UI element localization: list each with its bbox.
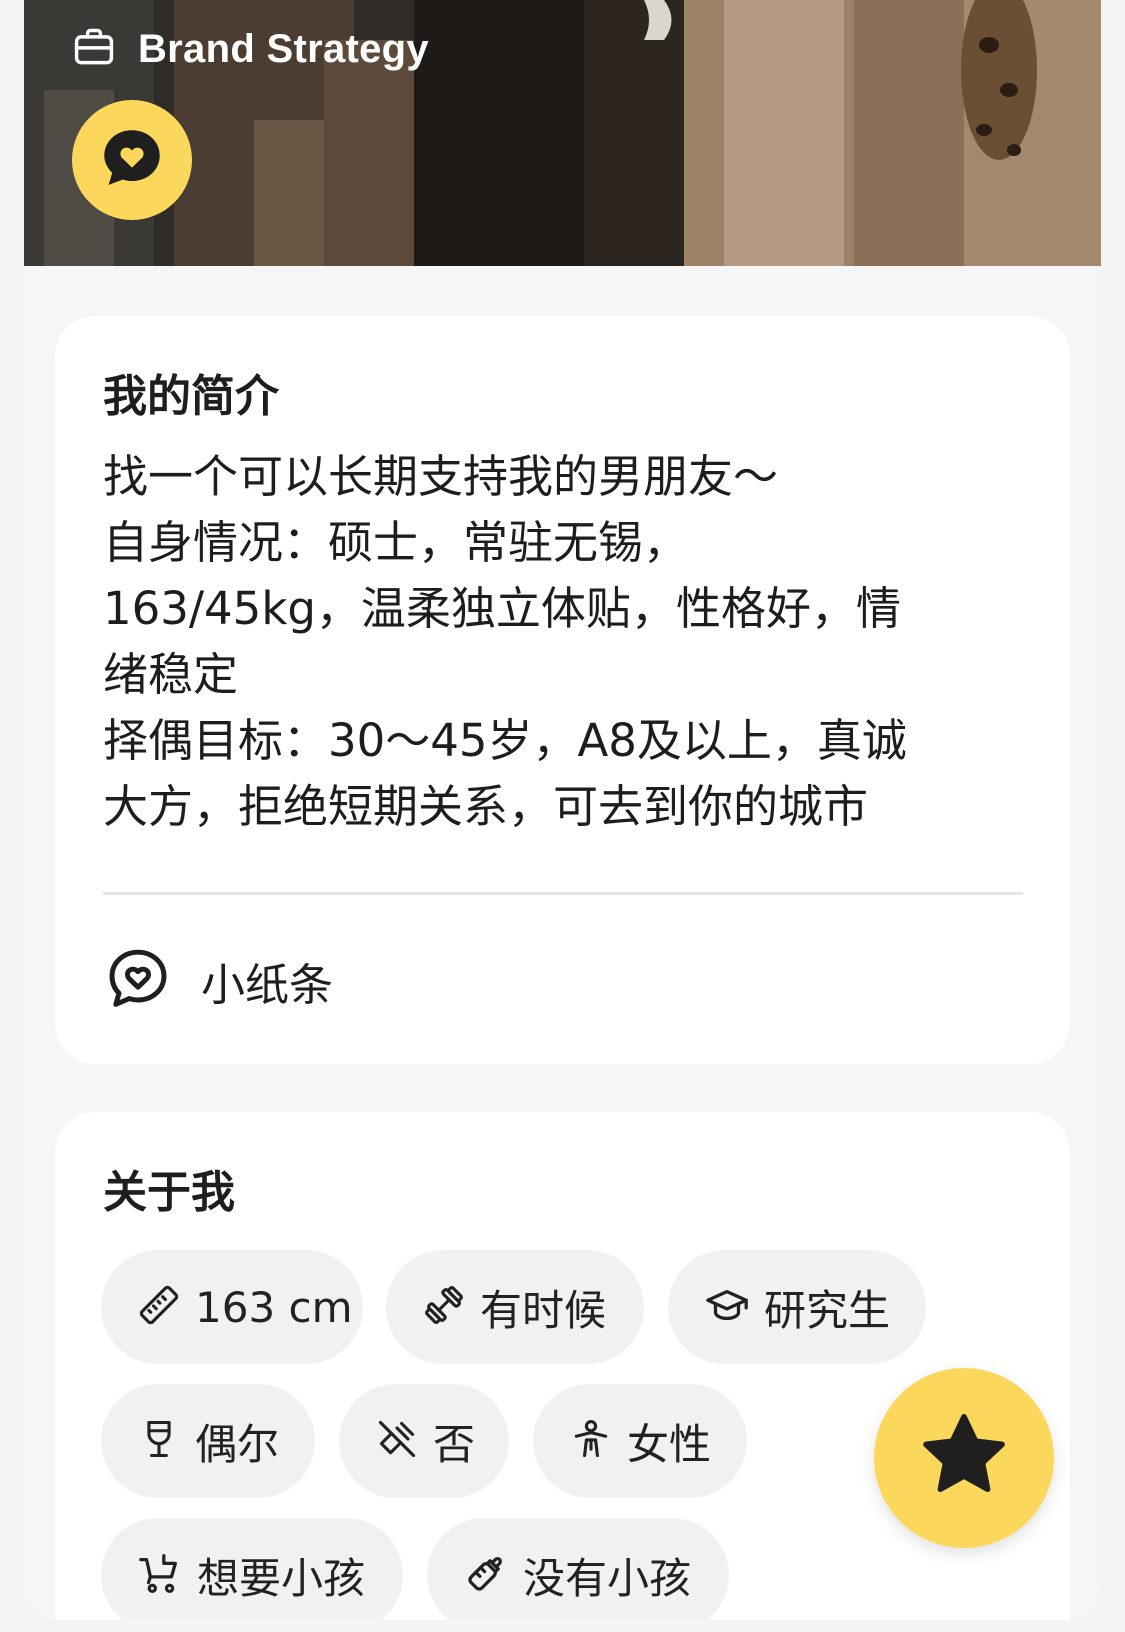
chip-has-kids: 没有小孩	[427, 1518, 729, 1620]
chip-wants-kids: 想要小孩	[101, 1518, 403, 1620]
chat-heart-outline-icon	[103, 944, 173, 1018]
chip-label: 偶尔	[195, 1419, 280, 1469]
profile-photo[interactable]: Brand Strategy	[24, 0, 1101, 266]
bio-line: 择偶目标：30～45岁，A8及以上，真诚	[103, 714, 907, 767]
chip-exercise: 有时候	[386, 1250, 644, 1364]
chip-label: 否	[433, 1419, 476, 1469]
star-icon	[916, 1408, 1012, 1508]
chip-height: 163 cm	[101, 1250, 363, 1364]
bio-card: 我的简介 找一个可以长期支持我的男朋友～ 自身情况：硕士，常驻无锡， 163/4…	[55, 316, 1070, 1064]
bio-line: 163/45kg，温柔独立体贴，性格好，情	[103, 582, 901, 635]
chip-label: 有时候	[480, 1285, 607, 1335]
bio-line: 找一个可以长期支持我的男朋友～	[103, 450, 779, 503]
gender-icon	[569, 1417, 613, 1465]
dumbbell-icon	[422, 1283, 466, 1331]
graduation-cap-icon	[704, 1282, 750, 1332]
divider	[103, 892, 1023, 895]
chip-label: 163 cm	[195, 1282, 353, 1332]
bio-text: 找一个可以长期支持我的男朋友～ 自身情况：硕士，常驻无锡， 163/45kg，温…	[103, 444, 1023, 840]
no-smoking-icon	[375, 1417, 419, 1465]
wine-glass-icon	[137, 1417, 181, 1465]
chip-label: 研究生	[764, 1285, 891, 1335]
chip-education: 研究生	[668, 1250, 926, 1364]
chat-heart-icon	[97, 123, 167, 197]
about-card: 关于我 163 cm 有时候 研究生 偶尔 否 女性 想要小孩 没有小孩	[55, 1112, 1070, 1620]
bio-line: 绪稳定	[103, 648, 239, 701]
note-label: 小纸条	[201, 960, 333, 1011]
ruler-icon	[137, 1283, 181, 1331]
bio-title: 我的简介	[103, 371, 279, 422]
chip-label: 女性	[627, 1419, 712, 1469]
chip-label: 想要小孩	[197, 1553, 366, 1603]
stroller-icon	[137, 1550, 183, 1600]
work-label: Brand Strategy	[138, 26, 429, 71]
chip-gender: 女性	[533, 1384, 747, 1498]
bio-line: 自身情况：硕士，常驻无锡，	[103, 516, 689, 569]
screen: Brand Strategy 我的简介 找一个可以长期支持我的男朋友～ 自身情况…	[0, 0, 1125, 1632]
about-title: 关于我	[103, 1167, 235, 1218]
favorite-button[interactable]	[874, 1368, 1054, 1548]
briefcase-icon	[72, 25, 116, 73]
note-button[interactable]: 小纸条	[103, 944, 333, 1018]
send-note-button[interactable]	[72, 100, 192, 220]
chip-drinking: 偶尔	[101, 1384, 315, 1498]
chip-label: 没有小孩	[523, 1553, 692, 1603]
baby-bottle-icon	[463, 1550, 509, 1600]
work-row: Brand Strategy	[72, 22, 429, 76]
chip-smoking: 否	[339, 1384, 509, 1498]
bio-line: 大方，拒绝短期关系，可去到你的城市	[103, 780, 869, 833]
